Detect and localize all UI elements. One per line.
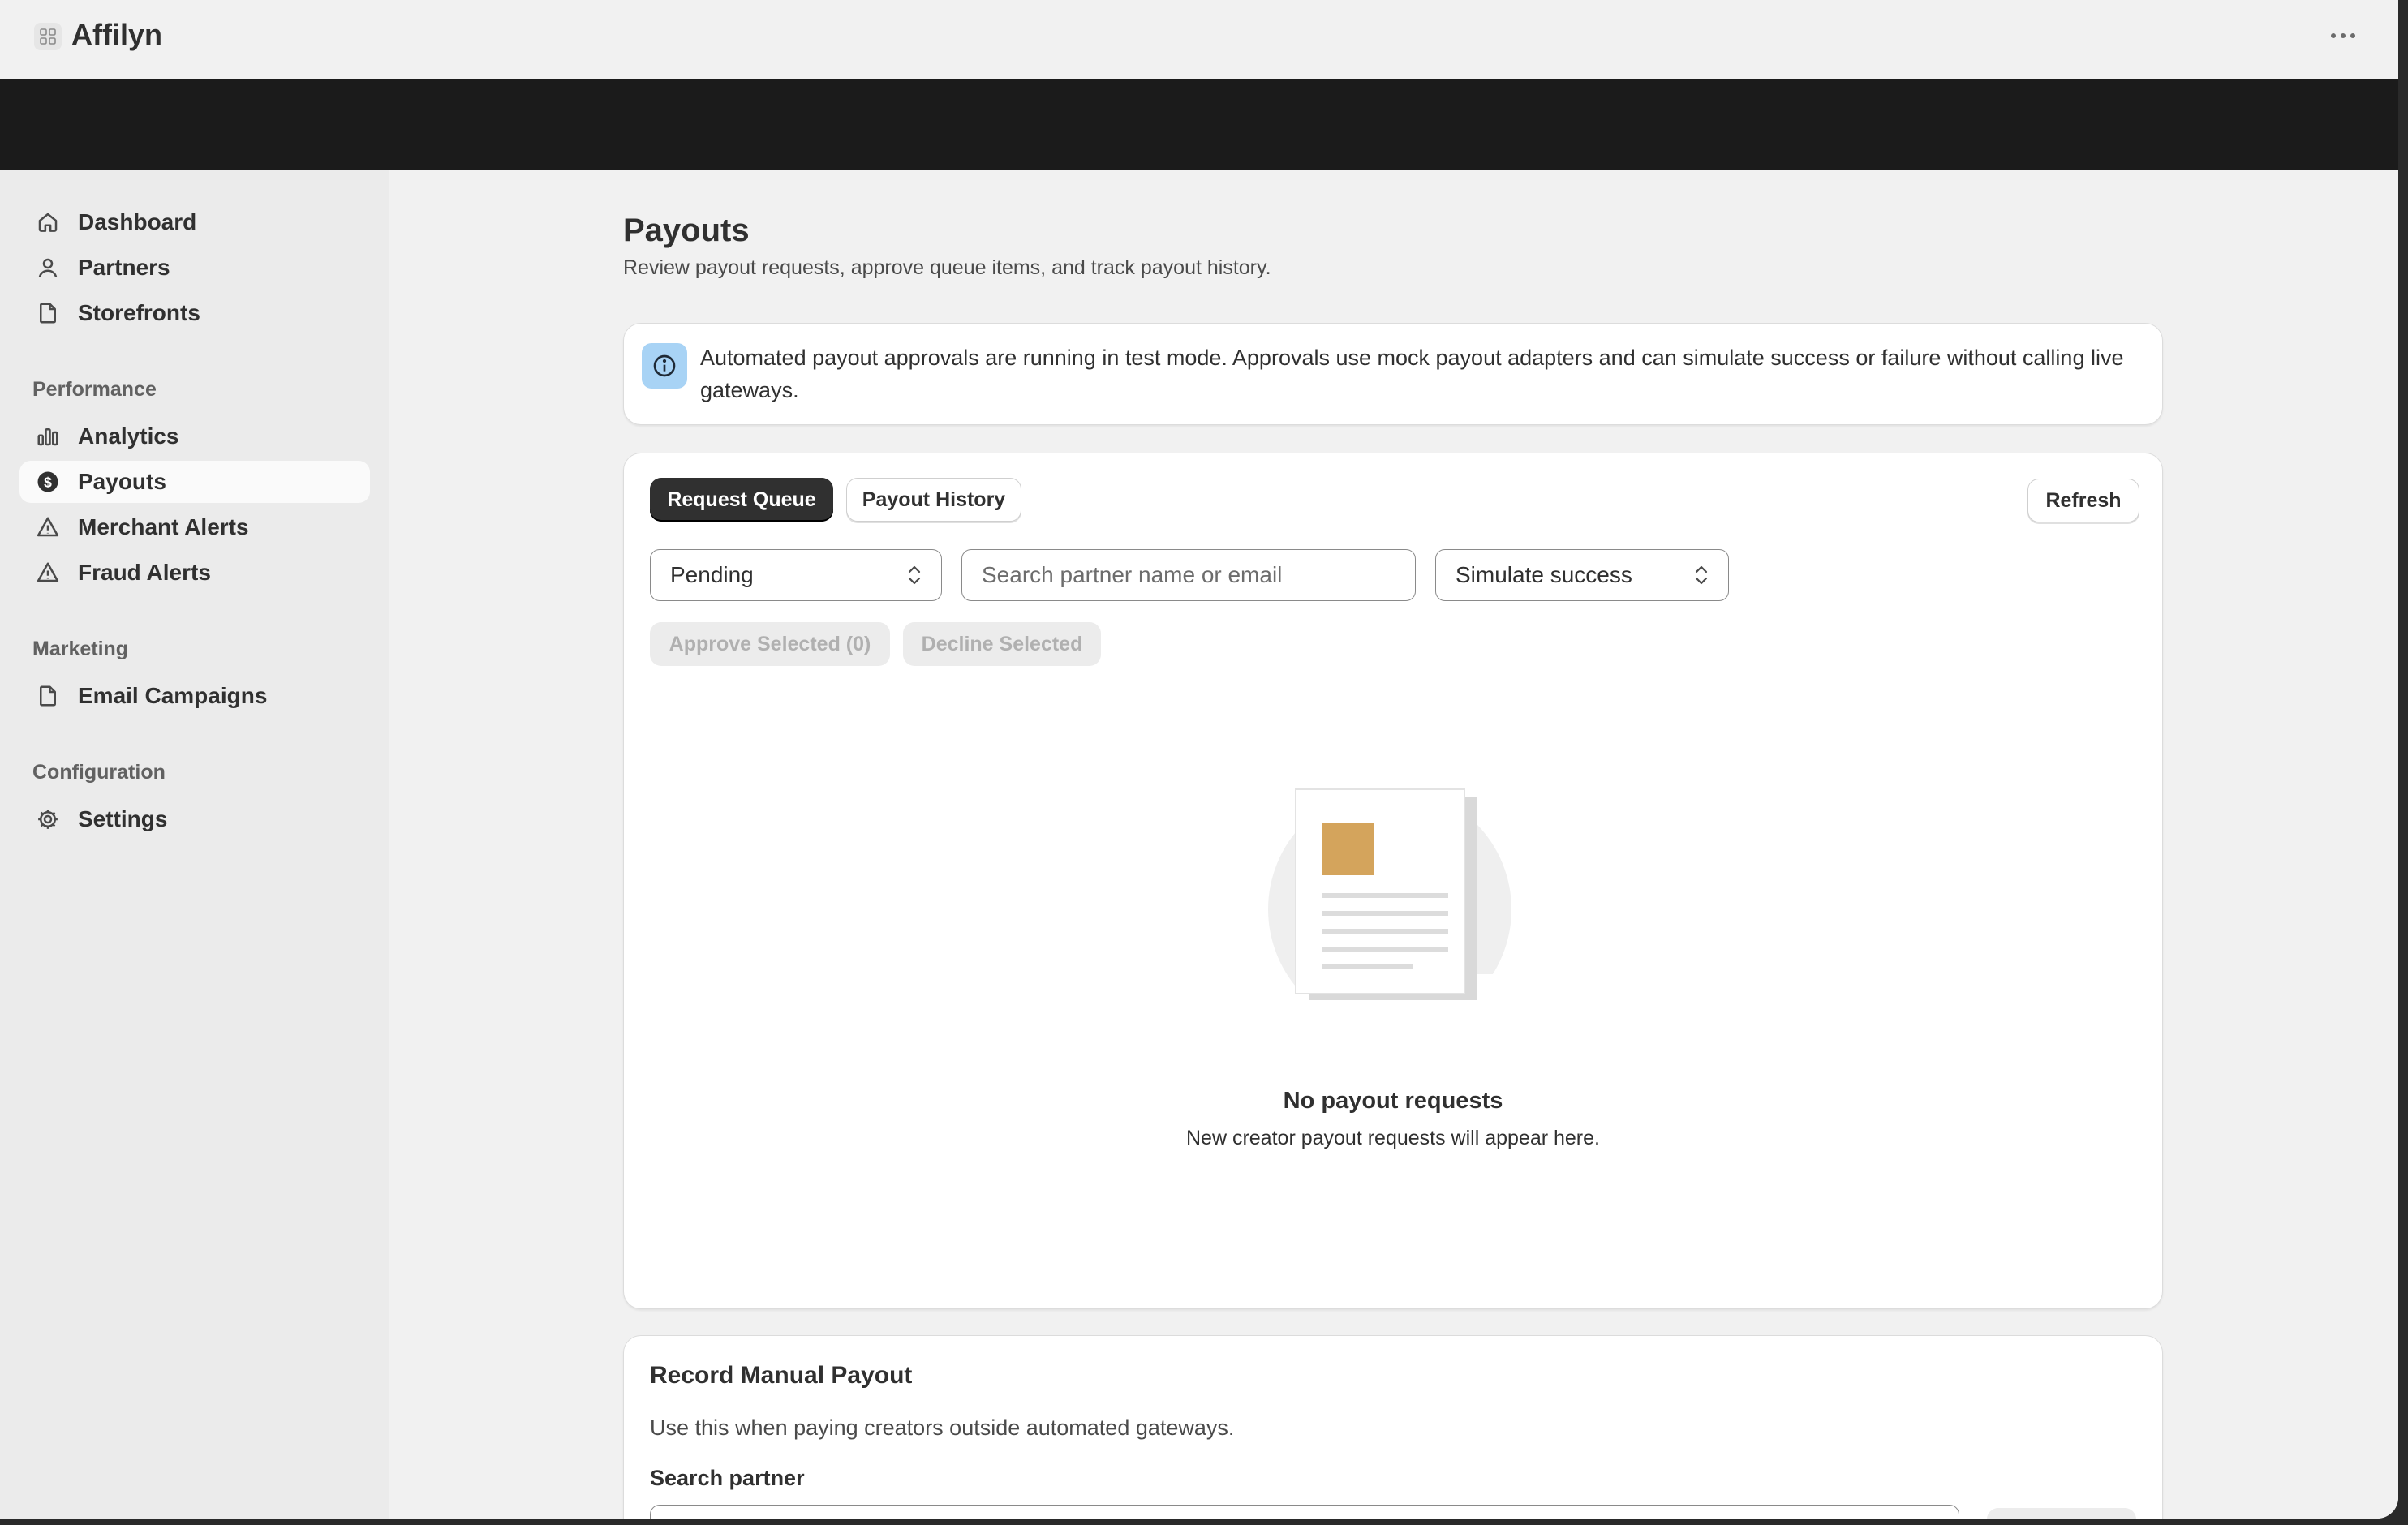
status-filter-value: Pending <box>670 562 754 587</box>
manual-payout-card: Record Manual Payout Use this when payin… <box>623 1335 2163 1519</box>
person-icon <box>34 254 62 281</box>
sidebar-section-marketing: Marketing <box>32 638 129 660</box>
search-partner-button[interactable] <box>1987 1508 2136 1519</box>
sidebar-item-label: Analytics <box>78 423 179 449</box>
refresh-button[interactable]: Refresh <box>2027 479 2139 522</box>
home-icon <box>34 208 62 236</box>
select-chevron-icon <box>1692 563 1710 593</box>
decline-selected-button[interactable]: Decline Selected <box>903 622 1101 666</box>
page-icon <box>34 299 62 327</box>
simulate-outcome-value: Simulate success <box>1456 562 1632 587</box>
tab-request-queue[interactable]: Request Queue <box>650 478 833 522</box>
simulate-outcome-select[interactable]: Simulate success <box>1435 549 1729 601</box>
app-grid-icon <box>34 23 62 50</box>
payout-queue-card: Request Queue Payout History Refresh Pen… <box>623 453 2163 1309</box>
sidebar-item-payouts[interactable]: $ Payouts <box>19 461 370 503</box>
gear-icon <box>34 805 62 833</box>
svg-text:$: $ <box>44 474 52 490</box>
dollar-circle-icon: $ <box>34 468 62 496</box>
header-band <box>0 79 2398 170</box>
sidebar-item-label: Fraud Alerts <box>78 560 211 585</box>
sidebar-item-storefronts[interactable]: Storefronts <box>19 292 370 334</box>
search-placeholder: Search partner name or email <box>982 562 1283 587</box>
sidebar-item-merchant-alerts[interactable]: Merchant Alerts <box>19 506 370 548</box>
bar-chart-icon <box>34 423 62 450</box>
warning-icon <box>34 559 62 586</box>
manual-payout-title: Record Manual Payout <box>650 1362 913 1389</box>
test-mode-banner: Automated payout approvals are running i… <box>623 323 2163 425</box>
sidebar-item-dashboard[interactable]: Dashboard <box>19 201 370 243</box>
partner-search-input[interactable]: Search partner name or email <box>961 549 1416 601</box>
sidebar-item-label: Storefronts <box>78 300 200 325</box>
sidebar-item-fraud-alerts[interactable]: Fraud Alerts <box>19 552 370 594</box>
page-subtitle: Review payout requests, approve queue it… <box>623 256 1271 279</box>
sidebar-item-label: Email Campaigns <box>78 683 268 708</box>
page-title: Payouts <box>623 213 750 248</box>
sidebar-item-settings[interactable]: Settings <box>19 798 370 840</box>
sidebar-item-analytics[interactable]: Analytics <box>19 415 370 458</box>
page-icon <box>34 682 62 710</box>
sidebar-section-performance: Performance <box>32 378 157 401</box>
sidebar: Dashboard Partners Storefronts Performan… <box>0 170 389 1519</box>
empty-state-subtitle: New creator payout requests will appear … <box>1186 1127 1600 1149</box>
info-icon <box>642 343 687 389</box>
app-title: Affilyn <box>71 18 162 51</box>
warning-icon <box>34 513 62 541</box>
status-filter-select[interactable]: Pending <box>650 549 942 601</box>
empty-state-title: No payout requests <box>1283 1088 1503 1114</box>
sidebar-item-label: Settings <box>78 806 168 831</box>
select-chevron-icon <box>905 563 923 593</box>
sidebar-item-email-campaigns[interactable]: Email Campaigns <box>19 675 370 717</box>
banner-text: Automated payout approvals are running i… <box>700 346 2124 402</box>
sidebar-item-label: Dashboard <box>78 209 197 234</box>
sidebar-item-label: Payouts <box>78 469 166 494</box>
sidebar-item-partners[interactable]: Partners <box>19 247 370 289</box>
sidebar-section-configuration: Configuration <box>32 761 166 784</box>
empty-state-illustration <box>1268 788 1511 1031</box>
more-options-icon[interactable] <box>2324 23 2363 49</box>
tab-payout-history[interactable]: Payout History <box>846 478 1021 522</box>
main-content: Payouts Review payout requests, approve … <box>389 170 2398 1519</box>
search-partner-label: Search partner <box>650 1466 805 1490</box>
search-partner-input[interactable] <box>650 1505 1959 1519</box>
sidebar-item-label: Partners <box>78 255 170 280</box>
manual-payout-subtitle: Use this when paying creators outside au… <box>650 1415 1235 1440</box>
sidebar-item-label: Merchant Alerts <box>78 514 249 539</box>
app-header: Affilyn <box>0 0 2398 79</box>
app-window: Affilyn Dashboard Partners Storefronts P… <box>0 0 2398 1519</box>
approve-selected-button[interactable]: Approve Selected (0) <box>650 622 890 666</box>
